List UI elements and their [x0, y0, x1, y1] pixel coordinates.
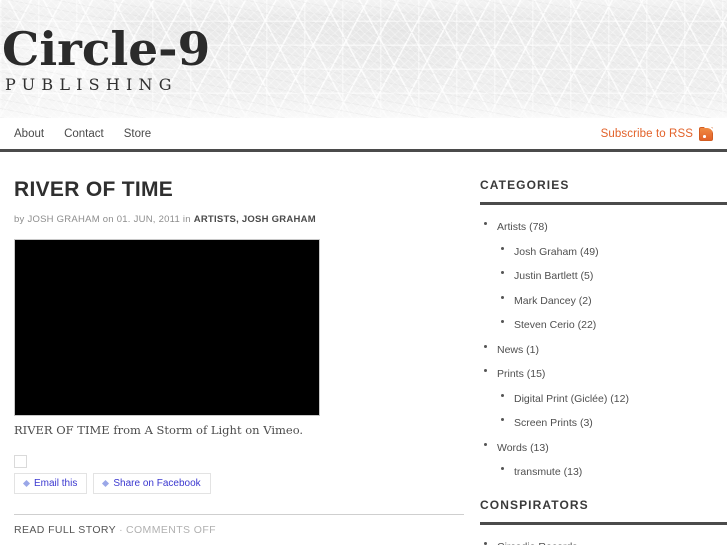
primary-nav: About Contact Store Subscribe to RSS	[0, 118, 727, 152]
list-item[interactable]: Artists (78) Josh Graham (49) Justin Bar…	[480, 217, 727, 333]
category-link[interactable]: transmute (13)	[514, 466, 582, 478]
post-meta-by: by	[14, 214, 25, 225]
widget-conspirators: CONSPIRATORS Circadia Records Cockroach …	[480, 498, 727, 545]
share-facebook-label: Share on Facebook	[113, 478, 201, 489]
list-item[interactable]: Screen Prints (3)	[497, 413, 727, 431]
list-item[interactable]: Steven Cerio (22)	[497, 315, 727, 333]
logo-tagline: PUBLISHING	[5, 75, 178, 94]
list-item[interactable]: Digital Print (Giclée) (12)	[497, 389, 727, 407]
category-link[interactable]: Artists (78)	[497, 221, 548, 233]
post-meta-in: in	[182, 214, 191, 225]
email-icon	[22, 479, 31, 488]
category-link[interactable]: Words (13)	[497, 442, 549, 454]
post-author-link[interactable]: JOSH GRAHAM	[27, 214, 99, 225]
list-item[interactable]: Prints (15) Digital Print (Giclée) (12) …	[480, 364, 727, 431]
list-item[interactable]: Mark Dancey (2)	[497, 291, 727, 309]
categories-heading: CATEGORIES	[480, 178, 570, 192]
rss-subscribe-label[interactable]: Subscribe to RSS	[601, 128, 693, 140]
category-link[interactable]: Justin Bartlett (5)	[514, 270, 593, 282]
video-player[interactable]	[14, 239, 320, 416]
video-caption-from: from	[113, 423, 141, 437]
footer-separator: ·	[119, 524, 123, 536]
nav-item-contact[interactable]: Contact	[64, 128, 104, 140]
list-item[interactable]: Words (13) transmute (13)	[480, 438, 727, 481]
category-link[interactable]: Mark Dancey (2)	[514, 295, 592, 307]
category-link[interactable]: News (1)	[497, 344, 539, 356]
site-header: Circle-9 PUBLISHING	[0, 0, 727, 118]
category-link[interactable]: Digital Print (Giclée) (12)	[514, 393, 629, 405]
share-widget-placeholder	[14, 455, 27, 468]
list-item[interactable]: News (1)	[480, 340, 727, 358]
main-column: RIVER OF TIME by JOSH GRAHAM on 01. JUN,…	[0, 152, 480, 545]
video-caption-platform-link[interactable]: Vimeo.	[263, 423, 303, 437]
list-item[interactable]: transmute (13)	[497, 462, 727, 480]
video-caption-author-link[interactable]: A Storm of Light	[145, 423, 242, 437]
share-buttons: Email this Share on Facebook	[14, 473, 464, 494]
conspirators-divider	[480, 522, 727, 525]
nav-item-store[interactable]: Store	[124, 128, 152, 140]
post-footer: READ FULL STORY · COMMENTS OFF	[14, 514, 464, 536]
post-date: 01. JUN, 2011	[116, 214, 181, 225]
share-facebook-button[interactable]: Share on Facebook	[93, 473, 211, 494]
site-logo[interactable]: Circle-9 PUBLISHING	[2, 26, 210, 94]
sidebar: CATEGORIES Artists (78) Josh Graham (49)…	[480, 152, 727, 545]
list-item[interactable]: Justin Bartlett (5)	[497, 266, 727, 284]
list-item[interactable]: Circadia Records	[480, 537, 727, 545]
nav-item-about[interactable]: About	[14, 128, 44, 140]
widget-categories: CATEGORIES Artists (78) Josh Graham (49)…	[480, 178, 727, 480]
subcategory-list: Digital Print (Giclée) (12) Screen Print…	[497, 389, 727, 432]
subcategory-list: Josh Graham (49) Justin Bartlett (5) Mar…	[497, 242, 727, 334]
page-title: RIVER OF TIME	[14, 178, 174, 201]
category-link[interactable]: Steven Cerio (22)	[514, 319, 596, 331]
categories-list: Artists (78) Josh Graham (49) Justin Bar…	[480, 217, 727, 480]
category-link[interactable]: Josh Graham (49)	[514, 246, 599, 258]
page-root: Circle-9 PUBLISHING About Contact Store …	[0, 0, 727, 545]
email-this-label: Email this	[34, 478, 78, 489]
content-area: RIVER OF TIME by JOSH GRAHAM on 01. JUN,…	[0, 152, 727, 545]
video-caption: RIVER OF TIME from A Storm of Light on V…	[14, 423, 464, 437]
conspirator-link[interactable]: Circadia Records	[497, 541, 578, 545]
comments-status: COMMENTS OFF	[126, 524, 216, 536]
post-category-links[interactable]: ARTISTS, JOSH GRAHAM	[194, 214, 316, 225]
facebook-icon	[102, 479, 110, 488]
conspirators-list: Circadia Records Cockroach Media Label G…	[480, 537, 727, 545]
categories-divider	[480, 202, 727, 205]
logo-wordmark: Circle-9	[2, 22, 211, 76]
nav-links: About Contact Store	[14, 128, 151, 140]
rss-subscribe[interactable]: Subscribe to RSS	[601, 127, 713, 141]
video-caption-title-link[interactable]: RIVER OF TIME	[14, 423, 110, 437]
email-this-button[interactable]: Email this	[14, 473, 88, 494]
category-link[interactable]: Screen Prints (3)	[514, 417, 593, 429]
subcategory-list: transmute (13)	[497, 462, 727, 480]
video-caption-on: on	[245, 423, 260, 437]
read-full-story-link[interactable]: READ FULL STORY	[14, 524, 116, 536]
conspirators-heading: CONSPIRATORS	[480, 498, 589, 512]
rss-icon[interactable]	[699, 127, 713, 141]
post-meta: by JOSH GRAHAM on 01. JUN, 2011 in ARTIS…	[14, 214, 464, 225]
category-link[interactable]: Prints (15)	[497, 368, 545, 380]
post-meta-on: on	[102, 214, 114, 225]
list-item[interactable]: Josh Graham (49)	[497, 242, 727, 260]
